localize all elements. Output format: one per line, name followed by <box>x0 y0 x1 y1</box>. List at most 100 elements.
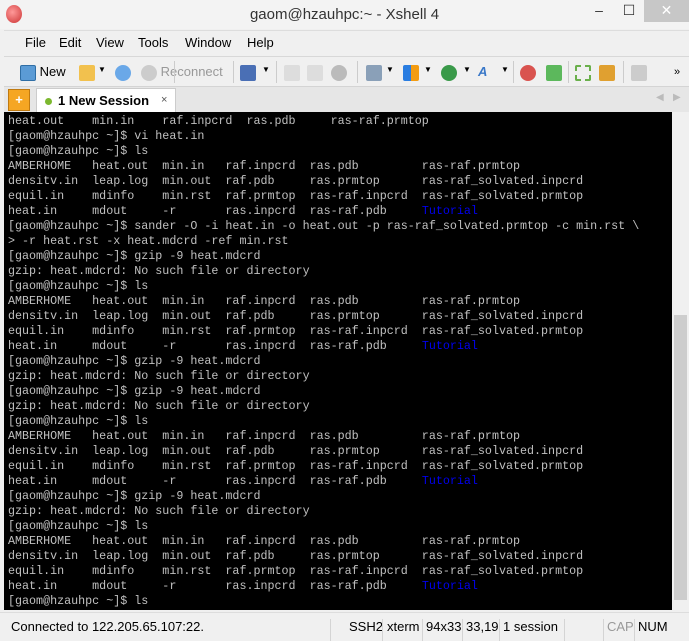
terminal-text: AMBERHOME heat.out min.in raf.inpcrd ras… <box>8 159 520 173</box>
status-bar: Connected to 122.205.65.107:22. SSH2 xte… <box>0 612 689 641</box>
terminal-line: AMBERHOME heat.out min.in raf.inpcrd ras… <box>8 534 672 549</box>
tab-session-1[interactable]: 1 New Session × <box>36 88 176 113</box>
lock-icon <box>599 64 615 81</box>
connect-button[interactable] <box>115 63 131 81</box>
terminal-text: [gaom@hzauhpc ~]$ gzip -9 heat.mdcrd <box>8 249 261 263</box>
terminal-line: AMBERHOME heat.out min.in raf.inpcrd ras… <box>8 429 672 444</box>
terminal-text: gzip: heat.mdcrd: No such file or direct… <box>8 504 310 518</box>
globe-icon <box>441 64 457 81</box>
transfer-dropdown[interactable]: ▼ <box>424 65 432 74</box>
properties-dropdown[interactable]: ▼ <box>262 65 270 74</box>
terminal-line: [gaom@hzauhpc ~]$ gzip -9 heat.mdcrd <box>8 249 672 264</box>
tab-close-icon[interactable]: × <box>161 94 167 106</box>
terminal-line: heat.in mdout -r ras.inpcrd ras-raf.pdb … <box>8 474 672 489</box>
terminal-text: densitv.in leap.log min.out raf.pdb ras.… <box>8 174 584 188</box>
terminal-text: [gaom@hzauhpc ~]$ vi heat.in <box>8 129 205 143</box>
font-icon: A <box>478 64 488 79</box>
toolbar-separator <box>568 61 569 83</box>
terminal-text: equil.in mdinfo min.rst raf.prmtop ras-r… <box>8 564 584 578</box>
xshell-button[interactable] <box>520 63 536 81</box>
xshell-icon <box>520 64 536 81</box>
paste-button[interactable] <box>307 63 323 81</box>
terminal-text: densitv.in leap.log min.out raf.pdb ras.… <box>8 309 584 323</box>
find-button[interactable] <box>331 63 347 81</box>
minimize-button[interactable]: – <box>584 0 614 22</box>
caps-lock-indicator: CAP <box>607 619 634 634</box>
terminal-text: equil.in mdinfo min.rst raf.prmtop ras-r… <box>8 324 584 338</box>
open-dropdown[interactable]: ▼ <box>98 65 106 74</box>
terminal-line: [gaom@hzauhpc ~]$ gzip -9 heat.mdcrd <box>8 489 672 504</box>
toolbar-separator <box>276 61 277 83</box>
terminal-text: [gaom@hzauhpc ~]$ ls <box>8 414 149 428</box>
globe-button[interactable] <box>441 63 457 81</box>
menu-tools[interactable]: Tools <box>138 35 168 50</box>
fullscreen-button[interactable] <box>575 63 591 81</box>
font-button[interactable]: A <box>478 63 487 81</box>
terminal-line: [gaom@hzauhpc ~]$ ls <box>8 279 672 294</box>
scrollbar-thumb[interactable] <box>674 315 687 600</box>
properties-button[interactable] <box>240 63 256 81</box>
xftp-icon <box>546 64 562 81</box>
terminal-line: [gaom@hzauhpc ~]$ ls <box>8 519 672 534</box>
tab-scroll-left-icon[interactable]: ◀ <box>656 92 664 103</box>
paste-icon <box>307 64 323 81</box>
copy-button[interactable] <box>284 63 300 81</box>
fullscreen-icon <box>575 64 591 81</box>
close-button[interactable]: ✕ <box>644 0 689 22</box>
terminal-text: equil.in mdinfo min.rst raf.prmtop ras-r… <box>8 189 584 203</box>
new-button[interactable]: New <box>20 63 66 81</box>
toolbar-separator <box>513 61 514 83</box>
font-dropdown[interactable]: ▼ <box>501 65 509 74</box>
terminal-scrollbar[interactable] <box>672 112 689 610</box>
globe-dropdown[interactable]: ▼ <box>463 65 471 74</box>
terminal-line: [gaom@hzauhpc ~]$ gzip -9 heat.mdcrd <box>8 354 672 369</box>
menu-help[interactable]: Help <box>247 35 274 50</box>
terminal-line: densitv.in leap.log min.out raf.pdb ras.… <box>8 444 672 459</box>
terminal-line: heat.out min.in raf.inpcrd ras.pdb ras-r… <box>8 114 672 129</box>
terminal-line: gzip: heat.mdcrd: No such file or direct… <box>8 264 672 279</box>
terminal-line: heat.in mdout -r ras.inpcrd ras-raf.pdb … <box>8 579 672 594</box>
new-label: New <box>39 64 66 79</box>
terminal-line: equil.in mdinfo min.rst raf.prmtop ras-r… <box>8 564 672 579</box>
terminal[interactable]: heat.out min.in raf.inpcrd ras.pdb ras-r… <box>4 112 672 610</box>
reconnect-label: Reconnect <box>160 64 223 79</box>
new-tab-button[interactable]: + <box>8 89 30 111</box>
print-icon <box>366 64 382 81</box>
terminal-text: > -r heat.rst -x heat.mdcrd -ref min.rst <box>8 234 289 248</box>
print-button[interactable] <box>366 63 382 81</box>
terminal-text: gzip: heat.mdcrd: No such file or direct… <box>8 399 310 413</box>
terminal-text: heat.in mdout -r ras.inpcrd ras-raf.pdb <box>8 474 422 488</box>
reconnect-button[interactable]: Reconnect <box>141 63 223 81</box>
terminal-text: [gaom@hzauhpc ~]$ ls <box>8 279 149 293</box>
terminal-line: gzip: heat.mdcrd: No such file or direct… <box>8 369 672 384</box>
maximize-button[interactable]: ☐ <box>614 0 644 22</box>
terminal-line: equil.in mdinfo min.rst raf.prmtop ras-r… <box>8 324 672 339</box>
xftp-button[interactable] <box>546 63 562 81</box>
link-icon <box>115 64 131 81</box>
terminal-text: [gaom@hzauhpc ~]$ ls <box>8 519 149 533</box>
tab-scroll-right-icon[interactable]: ▶ <box>673 92 681 103</box>
menu-file[interactable]: File <box>25 35 46 50</box>
terminal-line: heat.in mdout -r ras.inpcrd ras-raf.pdb … <box>8 204 672 219</box>
terminal-text: heat.in mdout -r ras.inpcrd ras-raf.pdb <box>8 204 422 218</box>
print-dropdown[interactable]: ▼ <box>386 65 394 74</box>
toolbar-overflow-button[interactable]: » <box>674 63 680 81</box>
terminal-line: densitv.in leap.log min.out raf.pdb ras.… <box>8 174 672 189</box>
terminal-text: heat.in mdout -r ras.inpcrd ras-raf.pdb <box>8 579 422 593</box>
lock-button[interactable] <box>599 63 615 81</box>
directory-name: Tutorial <box>421 579 478 593</box>
terminal-line: [gaom@hzauhpc ~]$ gzip -9 heat.mdcrd <box>8 384 672 399</box>
protocol: SSH2 <box>349 619 383 634</box>
menu-window[interactable]: Window <box>185 35 231 50</box>
menu-edit[interactable]: Edit <box>59 35 81 50</box>
transfer-button[interactable] <box>403 63 419 81</box>
keyboard-button[interactable] <box>631 63 647 81</box>
reconnect-icon <box>141 64 157 81</box>
open-button[interactable] <box>79 63 95 81</box>
cursor-position: 33,19 <box>466 619 499 634</box>
menu-view[interactable]: View <box>96 35 124 50</box>
terminal-line: densitv.in leap.log min.out raf.pdb ras.… <box>8 309 672 324</box>
tab-label: 1 New Session <box>58 93 150 108</box>
toolbar-separator <box>623 61 624 83</box>
terminal-text: [gaom@hzauhpc ~]$ sander -O -i heat.in -… <box>8 219 640 233</box>
